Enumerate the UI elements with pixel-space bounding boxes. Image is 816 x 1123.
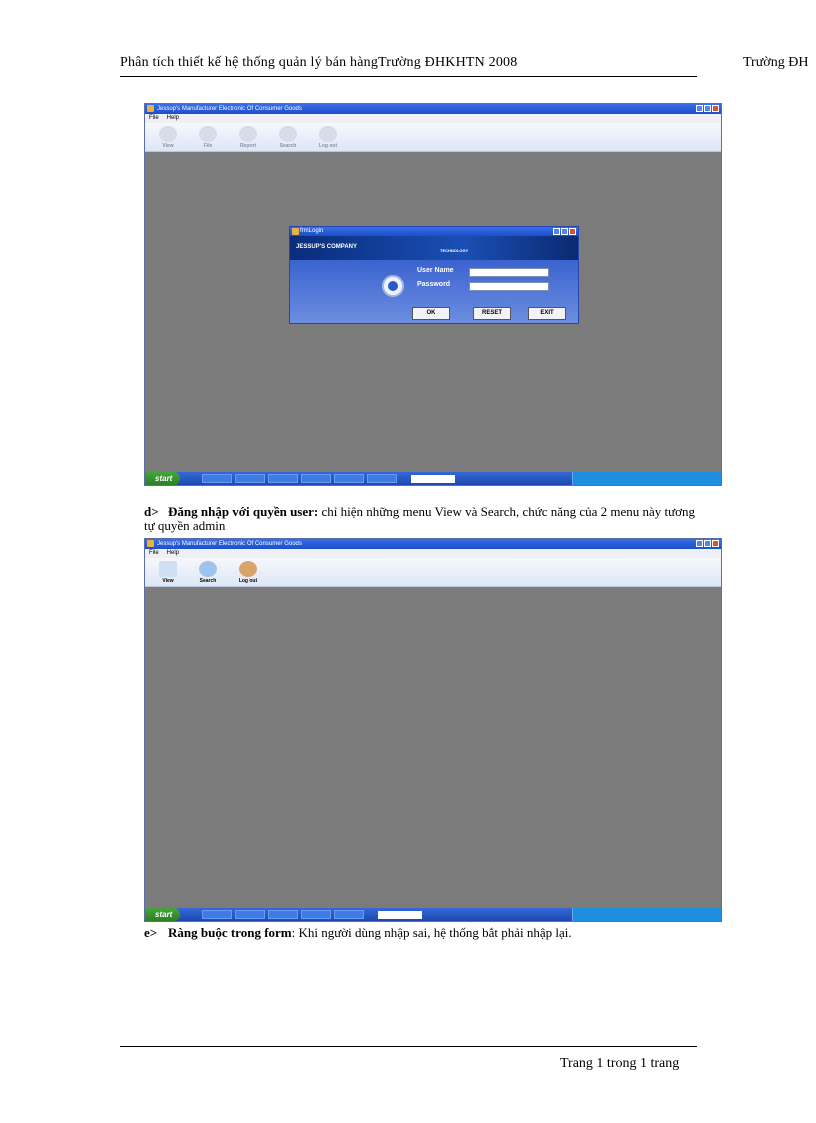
section-e-heading: Ràng buộc trong form [168, 925, 292, 940]
section-d-heading: Đăng nhập với quyền user: [168, 504, 319, 519]
taskbar-item[interactable] [268, 474, 299, 483]
user-icon [319, 126, 337, 142]
menu-help[interactable]: Help [167, 549, 179, 558]
toolbar-label: Report [239, 143, 257, 149]
login-banner: JESSUP'S COMPANY TECHNOLOGY [290, 236, 578, 260]
company-name: JESSUP'S COMPANY [296, 244, 357, 250]
toolbar-label: View [162, 578, 174, 584]
login-body: User Name Password OK RESET EXIT [290, 260, 578, 323]
minimize-icon[interactable] [696, 540, 703, 547]
taskbar-item[interactable] [202, 474, 233, 483]
start-button[interactable]: start [145, 472, 181, 485]
taskbar-item[interactable] [334, 910, 365, 919]
header-rule [120, 76, 697, 77]
search-icon [279, 126, 297, 142]
toolbar-label: Search [199, 578, 217, 584]
menu-file[interactable]: File [149, 549, 159, 558]
taskbar-item[interactable] [301, 474, 332, 483]
toolbar-view-button[interactable]: View [153, 561, 183, 586]
arrow-right-icon [382, 275, 404, 297]
taskbar-item[interactable] [268, 910, 299, 919]
username-label: User Name [417, 267, 454, 274]
menubar: File Help [145, 549, 721, 558]
taskbar-item[interactable] [235, 910, 266, 919]
section-e-text: : Khi người dùng nhập sai, hệ thống bắt … [291, 925, 572, 940]
login-title: frmLogin [300, 228, 324, 234]
close-icon[interactable] [712, 540, 719, 547]
taskbar: start [145, 472, 721, 485]
view-icon [159, 126, 177, 142]
toolbar-label: Search [279, 143, 297, 149]
window-title: Jessup's Manufacturer Electronic Of Cons… [157, 541, 302, 547]
toolbar-label: View [162, 143, 174, 149]
section-d-marker: d> [144, 504, 159, 519]
footer-rule [120, 1046, 697, 1047]
taskbar-search-input[interactable] [411, 474, 456, 483]
app-icon [147, 105, 154, 112]
view-icon [159, 561, 177, 577]
header-right: Trường ĐH [743, 55, 809, 70]
section-e-paragraph: e> Ràng buộc trong form: Khi người dùng n… [144, 926, 704, 940]
toolbar-label: File [203, 143, 213, 149]
close-icon[interactable] [569, 228, 576, 235]
search-icon [199, 561, 217, 577]
system-tray [572, 908, 721, 921]
toolbar-search-button[interactable]: Search [193, 561, 223, 586]
toolbar-view-button[interactable]: View [153, 126, 183, 151]
taskbar-search-input[interactable] [378, 910, 423, 919]
maximize-icon[interactable] [561, 228, 568, 235]
username-input[interactable] [469, 268, 549, 277]
toolbar-logout-button[interactable]: Log out [233, 561, 263, 586]
reset-button[interactable]: RESET [473, 307, 511, 320]
taskbar-item[interactable] [202, 910, 233, 919]
window-titlebar: Jessup's Manufacturer Electronic Of Cons… [145, 104, 721, 114]
password-label: Password [417, 281, 451, 288]
menu-file[interactable]: File [149, 114, 159, 123]
header-title: Phân tích thiết kế hệ thống quản lý bán … [120, 55, 518, 70]
taskbar-item[interactable] [367, 474, 398, 483]
page-number: Trang 1 trong 1 trang [560, 1056, 680, 1071]
report-icon [239, 126, 257, 142]
system-tray [572, 472, 721, 485]
screenshot-user: Jessup's Manufacturer Electronic Of Cons… [144, 538, 722, 922]
start-button[interactable]: start [145, 908, 181, 921]
toolbar-search-button[interactable]: Search [273, 126, 303, 151]
window-titlebar: Jessup's Manufacturer Electronic Of Cons… [145, 539, 721, 549]
taskbar: start [145, 908, 721, 921]
toolbar: View Search Log out [145, 558, 721, 587]
taskbar-item[interactable] [334, 474, 365, 483]
user-icon [239, 561, 257, 577]
close-icon[interactable] [712, 105, 719, 112]
exit-button[interactable]: EXIT [528, 307, 566, 320]
login-titlebar: frmLogin [290, 227, 578, 236]
maximize-icon[interactable] [704, 105, 711, 112]
banner-tagline: TECHNOLOGY [440, 248, 469, 253]
toolbar: View File Report Search Log out [145, 123, 721, 152]
taskbar-item[interactable] [235, 474, 266, 483]
toolbar-logout-button[interactable]: Log out [313, 126, 343, 151]
maximize-icon[interactable] [704, 540, 711, 547]
file-icon [199, 126, 217, 142]
toolbar-report-button[interactable]: Report [233, 126, 263, 151]
toolbar-label: Log out [318, 143, 338, 149]
minimize-icon[interactable] [696, 105, 703, 112]
section-e-marker: e> [144, 925, 158, 940]
section-d-paragraph: d> Đăng nhập với quyền user: chỉ hiện nhữ… [144, 505, 704, 533]
toolbar-file-button[interactable]: File [193, 126, 223, 151]
menu-help[interactable]: Help [167, 114, 179, 123]
app-icon [147, 540, 154, 547]
password-input[interactable] [469, 282, 549, 291]
login-dialog: frmLogin JESSUP'S COMPANY TECHNOLOGY Use… [289, 226, 579, 324]
screenshot-admin: Jessup's Manufacturer Electronic Of Cons… [144, 103, 722, 486]
toolbar-label: Log out [238, 578, 258, 584]
ok-button[interactable]: OK [412, 307, 450, 320]
menubar: File Help [145, 114, 721, 123]
window-title: Jessup's Manufacturer Electronic Of Cons… [157, 106, 302, 112]
minimize-icon[interactable] [553, 228, 560, 235]
taskbar-item[interactable] [301, 910, 332, 919]
app-icon [292, 228, 299, 235]
